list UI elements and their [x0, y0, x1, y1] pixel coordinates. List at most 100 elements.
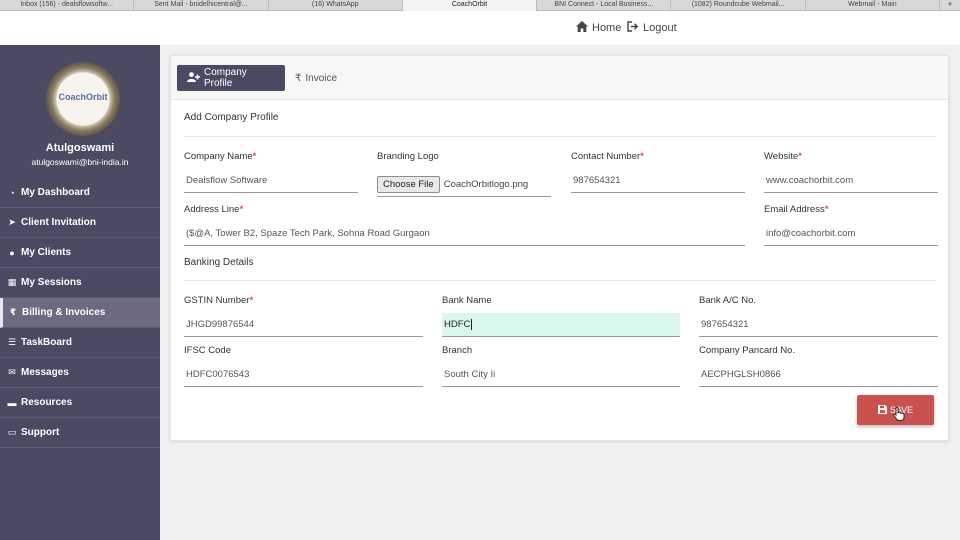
sidebar-item-label: Client Invitation — [21, 217, 96, 228]
card-tab-header: Company Profile ₹ Invoice — [171, 56, 948, 100]
label-text: GSTIN Number — [184, 295, 250, 306]
sidebar-item-label: Support — [21, 427, 60, 438]
user-email: atulgoswami@bni-india.in — [31, 157, 129, 167]
choose-file-button[interactable]: Choose File — [377, 176, 440, 193]
sidebar-item-messages[interactable]: ✉ Messages — [0, 358, 160, 388]
logout-link[interactable]: Logout — [627, 21, 677, 35]
text-caret — [471, 319, 473, 330]
home-link[interactable]: Home — [576, 21, 621, 35]
sidebar-item-label: TaskBoard — [21, 337, 72, 348]
tab-label: Invoice — [305, 72, 338, 84]
branch-label: Branch — [442, 345, 473, 356]
browser-tab[interactable]: BNI Connect - Local Business... — [537, 0, 672, 11]
tab-label: Company Profile — [204, 67, 247, 89]
browser-tab[interactable]: (16) WhatsApp — [269, 0, 403, 11]
email-address-label: Email Address* — [764, 204, 828, 215]
website-label: Website* — [764, 151, 802, 162]
contact-number-label: Contact Number* — [571, 151, 644, 162]
add-user-icon — [187, 71, 200, 85]
email-address-input[interactable]: info@coachorbit.com — [764, 222, 938, 246]
user-name: Atulgoswami — [45, 142, 115, 154]
pancard-input[interactable]: AECPHGLSH0866 — [699, 363, 938, 387]
sidebar-item-label: Resources — [21, 397, 73, 408]
rupee-icon: ₹ — [295, 72, 302, 84]
user-icon: ● — [9, 247, 15, 258]
home-icon — [576, 21, 588, 35]
sidebar-item-my-clients[interactable]: ● My Clients — [0, 238, 160, 268]
divider — [184, 280, 936, 281]
paper-plane-icon: ➤ — [8, 217, 16, 227]
tab-invoice[interactable]: ₹ Invoice — [285, 65, 347, 91]
ifsc-input[interactable]: HDFC0076543 — [184, 363, 423, 387]
divider — [184, 136, 936, 137]
sidebar-menu: ◔ My Dashboard ➤ Client Invitation ● My Cli… — [0, 178, 160, 448]
browser-tab-bar: Inbox (156) - dealsflowsoftw... Sent Mai… — [0, 0, 960, 11]
coachorbit-logo: CoachOrbit — [46, 62, 120, 136]
list-icon: ☰ — [7, 337, 17, 347]
main-content: Company Profile ₹ Invoice Add Company Pr… — [160, 45, 960, 540]
folder-icon: ▬ — [7, 397, 17, 408]
floppy-disk-icon — [877, 404, 887, 416]
sidebar-item-label: My Sessions — [21, 277, 82, 288]
sidebar-item-my-sessions[interactable]: ▦ My Sessions — [0, 268, 160, 298]
bank-ac-input[interactable]: 987654321 — [699, 313, 938, 337]
sidebar-item-resources[interactable]: ▬ Resources — [0, 388, 160, 418]
required-mark: * — [252, 151, 257, 162]
sidebar-item-taskboard[interactable]: ☰ TaskBoard — [0, 328, 160, 358]
sidebar-item-my-dashboard[interactable]: ◔ My Dashboard — [0, 178, 160, 208]
sidebar-item-billing-invoices[interactable]: ₹ Billing & Invoices — [0, 298, 160, 328]
sidebar-item-label: Billing & Invoices — [22, 307, 106, 318]
sidebar-item-label: Messages — [21, 367, 69, 378]
new-tab-icon[interactable]: + — [940, 0, 960, 10]
label-text: Company Name — [184, 151, 253, 162]
browser-tab-active[interactable]: CoachOrbit — [402, 0, 538, 11]
label-text: Email Address — [764, 204, 825, 215]
gstin-label: GSTIN Number* — [184, 295, 253, 306]
bank-name-label: Bank Name — [442, 295, 492, 306]
label-text: Website — [764, 151, 799, 162]
banking-details-title: Banking Details — [184, 257, 254, 268]
bank-name-value: HDFC — [444, 319, 471, 330]
top-nav: Home Logout — [0, 12, 960, 45]
rupee-icon: ₹ — [9, 307, 17, 317]
company-profile-card: Company Profile ₹ Invoice Add Company Pr… — [170, 55, 949, 441]
branch-input[interactable]: South City Ii — [442, 363, 680, 387]
logo-text: CoachOrbit — [58, 92, 108, 102]
sidebar-item-label: My Clients — [21, 247, 72, 258]
branding-logo-file-input[interactable]: Choose File CoachOrbitlogo.png — [377, 173, 551, 197]
logout-icon — [627, 21, 639, 35]
browser-tab[interactable]: Webmail - Main — [806, 0, 941, 11]
bank-ac-label: Bank A/C No. — [699, 295, 757, 306]
browser-tab[interactable]: Inbox (156) - dealsflowsoftw... — [0, 0, 135, 11]
sidebar-item-label: My Dashboard — [21, 187, 90, 198]
sidebar-item-support[interactable]: ▭ Support — [0, 418, 160, 448]
ifsc-label: IFSC Code — [184, 345, 231, 356]
contact-number-input[interactable]: 987654321 — [571, 169, 745, 193]
required-mark: * — [239, 204, 244, 215]
required-mark: * — [798, 151, 802, 162]
company-name-label: Company Name* — [184, 151, 256, 162]
browser-tab[interactable]: (1082) Roundcube Webmail... — [671, 0, 806, 11]
required-mark: * — [640, 151, 644, 162]
label-text: Contact Number — [571, 151, 641, 162]
selected-file-name: CoachOrbitlogo.png — [443, 179, 529, 190]
gstin-input[interactable]: JHGD99876544 — [184, 313, 423, 337]
tab-company-profile[interactable]: Company Profile — [177, 65, 285, 91]
logout-link-label: Logout — [643, 22, 677, 34]
sidebar-item-client-invitation[interactable]: ➤ Client Invitation — [0, 208, 160, 238]
browser-tab[interactable]: Sent Mail - bnidelhicentral@... — [134, 0, 269, 11]
pancard-label: Company Pancard No. — [699, 345, 796, 356]
home-link-label: Home — [592, 22, 622, 34]
calendar-icon: ▦ — [7, 277, 17, 287]
sidebar: CoachOrbit Atulgoswami atulgoswami@bni-i… — [0, 45, 160, 540]
required-mark: * — [824, 204, 829, 215]
address-line-input[interactable]: ($@A, Tower B2, Spaze Tech Park, Sohna R… — [184, 222, 745, 246]
address-line-label: Address Line* — [184, 204, 243, 215]
company-name-input[interactable]: Dealsflow Software — [184, 169, 358, 193]
bank-name-input[interactable]: HDFC — [442, 313, 680, 337]
dashboard-icon: ◔ — [9, 187, 15, 198]
branding-logo-label: Branding Logo — [377, 151, 439, 162]
pointer-cursor-icon — [893, 406, 905, 424]
website-input[interactable]: www.coachorbit.com — [764, 169, 938, 193]
envelope-icon: ✉ — [8, 367, 16, 377]
